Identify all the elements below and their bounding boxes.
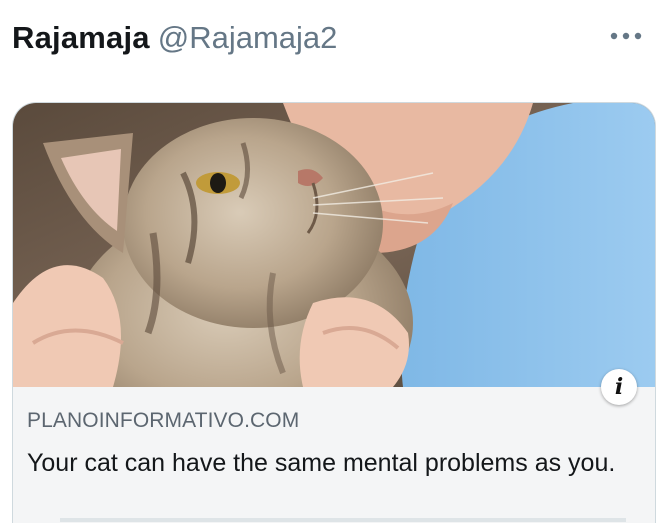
user-handle[interactable]: @Rajamaja2	[158, 20, 338, 55]
card-domain: PLANOINFORMATIVO.COM	[27, 409, 300, 432]
card-title[interactable]: Your cat can have the same mental proble…	[27, 447, 627, 480]
display-name[interactable]: Rajamaja	[12, 20, 150, 55]
link-preview-card[interactable]: i PLANOINFORMATIVO.COM Your cat can have…	[12, 102, 656, 523]
card-image[interactable]	[13, 103, 655, 387]
divider	[60, 518, 626, 522]
tweet-header: Rajamaja @Rajamaja2	[12, 20, 650, 64]
info-icon[interactable]: i	[601, 369, 637, 405]
more-options-icon[interactable]	[606, 26, 646, 46]
